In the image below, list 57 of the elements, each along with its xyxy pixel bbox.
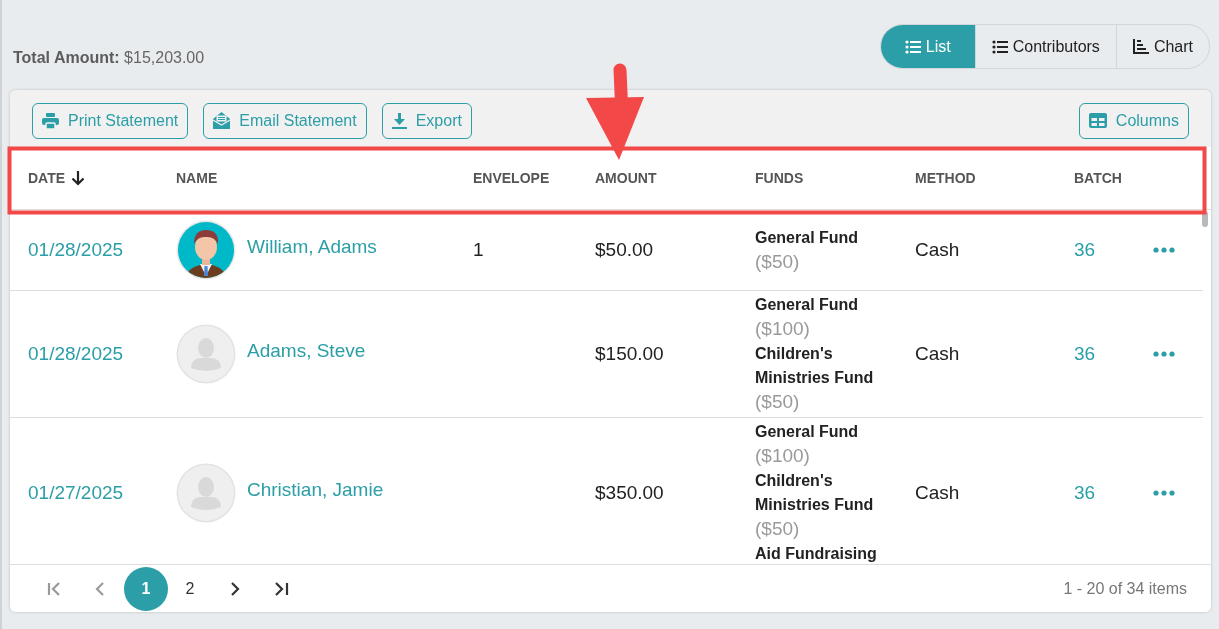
last-page-icon[interactable] xyxy=(272,579,290,598)
more-icon[interactable] xyxy=(1153,247,1175,253)
table-cell: 1 xyxy=(473,239,484,260)
contributor-link[interactable]: William, Adams xyxy=(247,236,377,258)
fund-entry: Aid Fundraising xyxy=(755,544,877,564)
fund-entry: Children's Ministries Fund ($50) xyxy=(755,471,875,541)
view-tab[interactable]: Chart xyxy=(1115,25,1209,68)
list-icon xyxy=(991,39,1008,54)
page-button[interactable]: 2 xyxy=(168,566,212,611)
more-icon[interactable] xyxy=(1153,490,1175,496)
columns-button[interactable]: Columns xyxy=(1078,102,1189,139)
envelope-icon xyxy=(213,112,231,129)
table-cell-text: $350.00 xyxy=(595,482,665,504)
date-link[interactable]: 01/27/2025 xyxy=(28,482,176,504)
fund-entry: General Fund ($50) xyxy=(755,227,860,274)
table-cell-text: $50.00 xyxy=(595,239,655,261)
avatar-icon xyxy=(176,220,236,280)
table-icon xyxy=(1088,113,1107,128)
column-header[interactable]: DATE xyxy=(28,170,66,186)
chart-icon xyxy=(1132,39,1149,54)
export-button[interactable]: Export xyxy=(381,102,472,139)
contributor-link[interactable]: Adams, Steve xyxy=(247,340,366,362)
fund-entry: General Fund ($100) xyxy=(755,295,860,341)
date-link[interactable]: 01/28/2025 xyxy=(28,239,176,261)
table-cell-text: Cash xyxy=(915,482,961,504)
batch-link[interactable]: 36 xyxy=(1074,482,1153,504)
column-header[interactable]: METHOD xyxy=(915,170,976,186)
more-icon[interactable] xyxy=(1153,351,1175,357)
fund-entry: Children's Ministries Fund ($50) xyxy=(755,344,875,414)
print-statement-button[interactable]: Print Statement xyxy=(32,102,189,139)
table-cell-text: $150.00 xyxy=(595,343,665,365)
page-button[interactable]: 1 xyxy=(124,566,168,611)
table-cell-text: Cash xyxy=(915,343,961,365)
column-header[interactable]: NAME xyxy=(176,170,218,186)
list-icon xyxy=(904,39,921,54)
total-amount: $15,203.00 xyxy=(123,49,205,66)
batch-link[interactable]: 36 xyxy=(1074,239,1153,261)
pagination-summary: 1 - 20 of 34 items xyxy=(1063,579,1187,598)
printer-icon xyxy=(42,112,59,129)
scrollbar-thumb[interactable] xyxy=(1202,211,1208,227)
column-header[interactable]: ENVELOPE xyxy=(473,170,550,186)
sort-descending-icon[interactable] xyxy=(71,170,86,186)
download-icon xyxy=(391,112,407,129)
fund-entry: General Fund ($100) xyxy=(755,422,860,468)
table-cell-text: Cash xyxy=(915,239,961,261)
contributor-link[interactable]: Christian, Jamie xyxy=(247,479,384,501)
view-tab[interactable]: Contributors xyxy=(974,25,1116,68)
column-header[interactable]: AMOUNT xyxy=(595,170,657,186)
avatar-icon xyxy=(176,463,236,523)
total-label: Total Amount: xyxy=(13,49,120,66)
column-header[interactable]: BATCH xyxy=(1074,170,1122,186)
email-statement-button[interactable]: Email Statement xyxy=(203,102,367,139)
batch-link[interactable]: 36 xyxy=(1074,343,1153,365)
view-tab[interactable]: List xyxy=(880,25,975,68)
date-link[interactable]: 01/28/2025 xyxy=(28,343,176,365)
column-header[interactable]: FUNDS xyxy=(755,170,804,186)
avatar-icon xyxy=(176,324,236,384)
